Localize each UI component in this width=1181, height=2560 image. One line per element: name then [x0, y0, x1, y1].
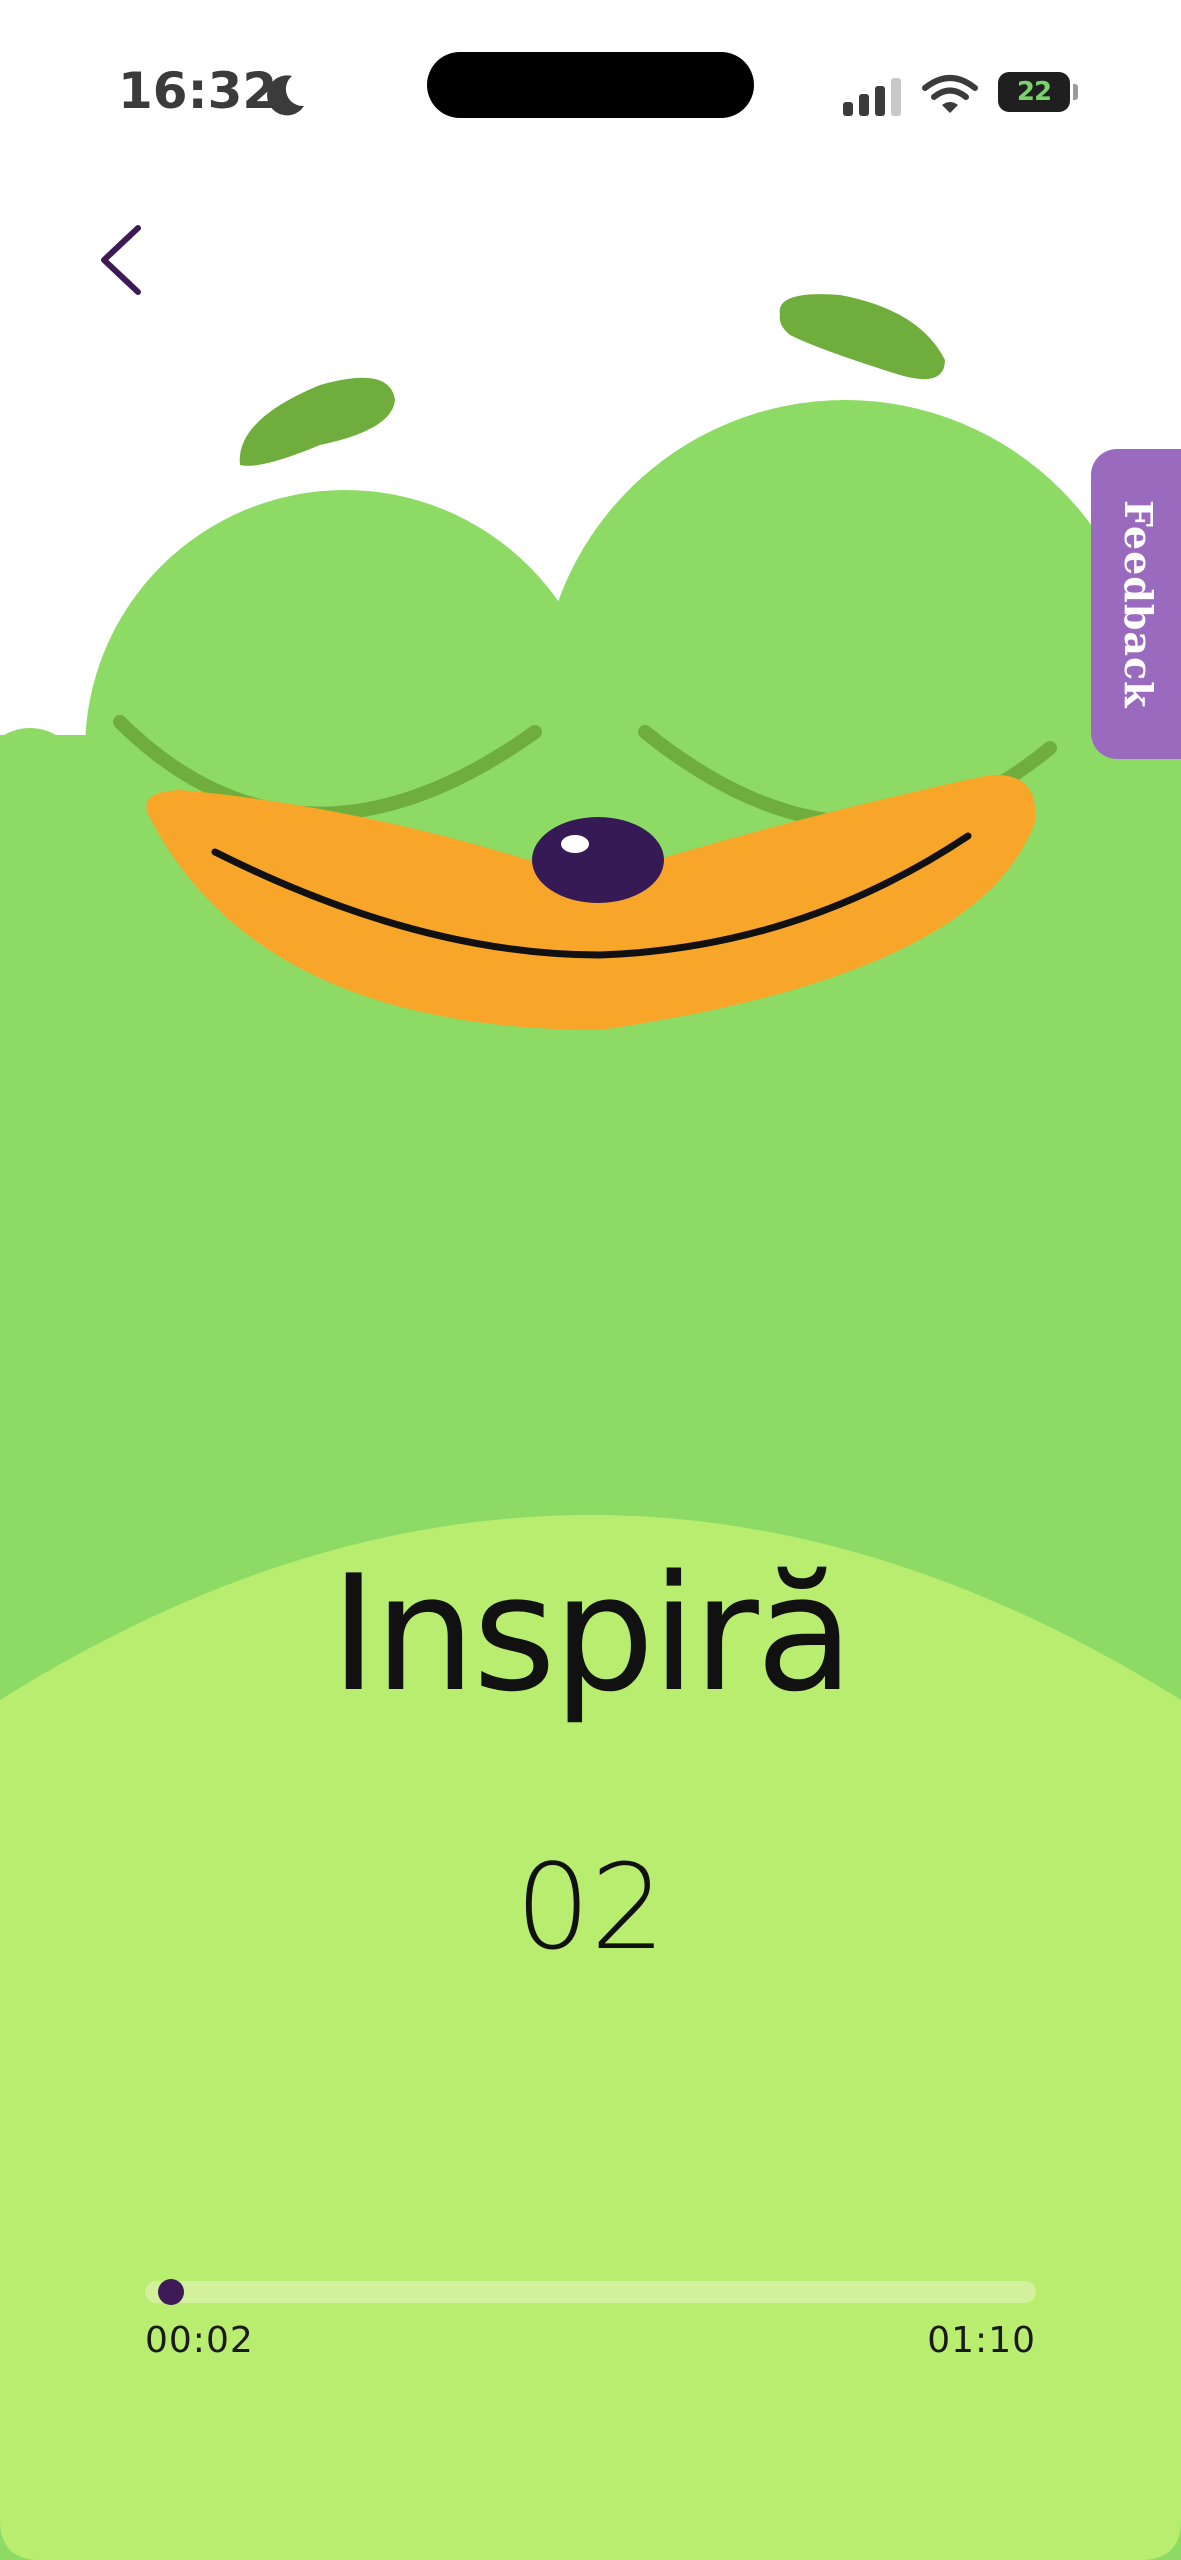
- progress-knob[interactable]: [157, 2279, 184, 2305]
- frog-nose: [532, 817, 664, 903]
- battery-level: 22: [1016, 77, 1052, 107]
- frog-illustration: [0, 294, 1181, 2560]
- left-eyebrow: [239, 377, 395, 466]
- elapsed-time: 00:02: [145, 2320, 254, 2361]
- back-button[interactable]: [88, 220, 158, 300]
- right-eyebrow: [779, 294, 945, 380]
- breathing-phase-label: Inspiră: [330, 1540, 854, 1727]
- feedback-label: Feedback: [1116, 499, 1161, 709]
- total-time: 01:10: [927, 2320, 1036, 2361]
- status-time: 16:32: [118, 62, 278, 120]
- breath-counter: 02: [515, 1838, 666, 1976]
- battery-nub: [1073, 84, 1078, 100]
- screen: 16:32 22 Feedback Inspiră 02 00:02 01:10: [0, 0, 1181, 2560]
- chevron-left-icon: [101, 225, 141, 295]
- audio-progress-bar[interactable]: [145, 2279, 1036, 2305]
- wifi-icon: [922, 75, 978, 113]
- moon-icon: [267, 75, 304, 116]
- dynamic-island: [427, 52, 754, 118]
- feedback-tab[interactable]: Feedback: [1091, 449, 1181, 759]
- battery-charging-icon: 22: [998, 72, 1070, 112]
- cellular-signal-icon: [843, 78, 901, 116]
